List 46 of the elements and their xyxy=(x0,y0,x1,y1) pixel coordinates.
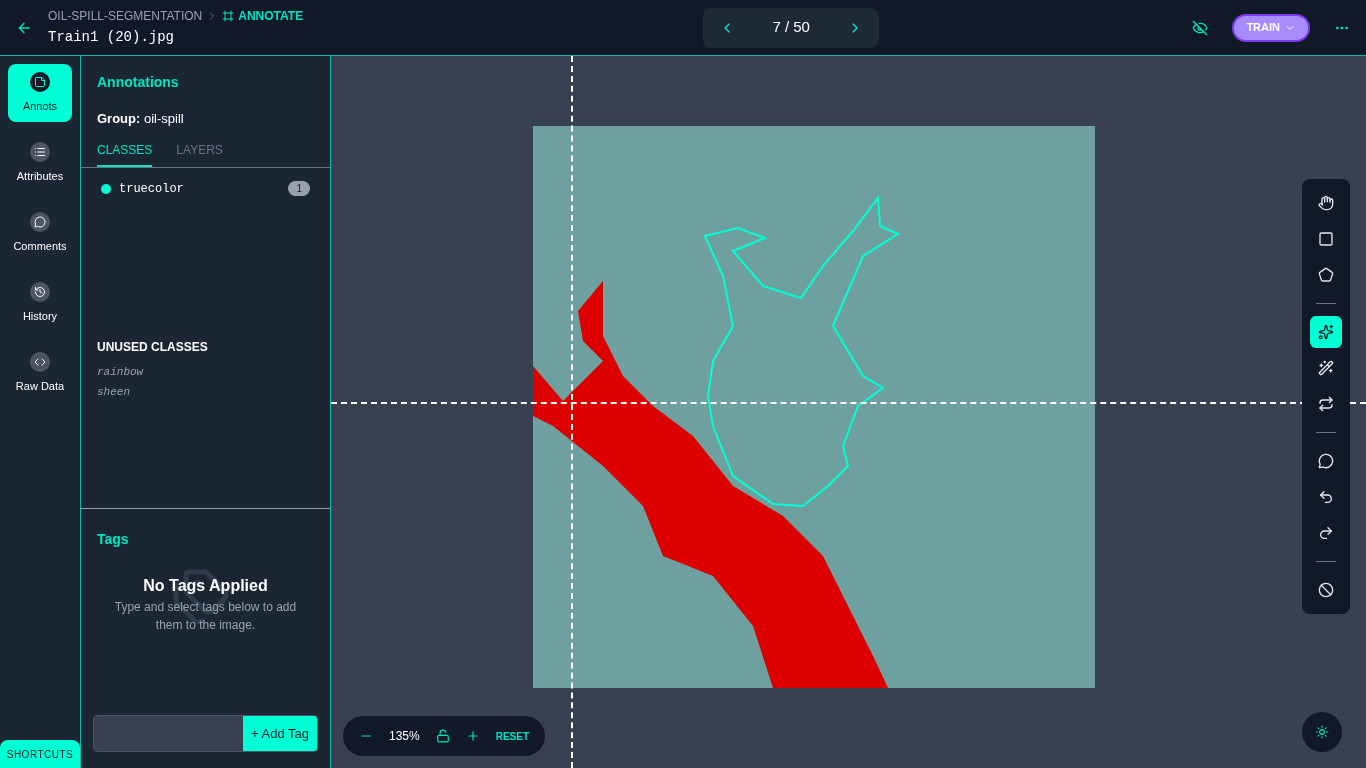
polygon-icon xyxy=(1318,267,1334,283)
shortcuts-button[interactable]: SHORTCUTS xyxy=(0,740,80,768)
empty-set-icon xyxy=(1318,582,1334,598)
zoom-in-icon[interactable] xyxy=(465,729,480,743)
nav-tab[interactable]: History xyxy=(8,274,72,332)
empty-text: Type and select tags below to add them to the image. xyxy=(113,599,298,634)
nav-icon xyxy=(30,211,50,232)
zoom-level: 135% xyxy=(389,728,420,745)
class-count: 1 xyxy=(288,181,310,196)
project-name[interactable]: OIL-SPILL-SEGMENTATION xyxy=(48,7,203,25)
theme-button[interactable] xyxy=(1302,712,1342,752)
mode-label: ANNOTATE xyxy=(238,8,304,25)
hand-icon xyxy=(1318,195,1334,211)
repeat-icon xyxy=(1318,396,1334,412)
nav-tab[interactable]: Annots xyxy=(8,64,72,122)
nav-icon xyxy=(30,141,50,162)
nav-tab[interactable]: Comments xyxy=(8,204,72,262)
empty-title: No Tags Applied xyxy=(143,576,268,596)
nav-icon xyxy=(30,351,50,372)
nav-icon xyxy=(30,281,50,302)
tool-button[interactable] xyxy=(1310,316,1342,348)
nav-tab[interactable]: Raw Data xyxy=(8,344,72,402)
unused-class[interactable]: rainbow xyxy=(97,363,314,380)
nav-icon xyxy=(30,71,50,92)
undo-icon xyxy=(1318,489,1334,505)
reset-button[interactable]: RESET xyxy=(495,728,530,744)
annotation-polygon[interactable] xyxy=(703,195,901,508)
panel-tab[interactable]: CLASSES xyxy=(97,140,153,167)
file-name: Train1 (20).jpg xyxy=(48,28,176,47)
group-label: Group: oil-spill xyxy=(96,110,185,128)
comment-icon xyxy=(1318,453,1334,469)
unused-class[interactable]: sheen xyxy=(97,384,314,401)
redo-icon xyxy=(1318,525,1334,541)
section-heading: UNUSED CLASSES xyxy=(96,338,209,356)
nav-tab[interactable]: Attributes xyxy=(8,134,72,192)
tags-title: Tags xyxy=(96,530,130,549)
magic-wand-icon xyxy=(1318,360,1334,376)
page-counter: 7 / 50 xyxy=(772,17,810,38)
frame-icon xyxy=(222,10,235,22)
rectangle-icon xyxy=(1318,231,1334,247)
sparkle-cursor-icon xyxy=(1318,324,1334,340)
hide-icon[interactable] xyxy=(1192,19,1209,36)
lock-icon[interactable] xyxy=(435,729,450,743)
sun-icon xyxy=(1315,725,1329,739)
class-name[interactable]: truecolor xyxy=(119,179,184,198)
panel-title: Annotations xyxy=(96,73,180,92)
